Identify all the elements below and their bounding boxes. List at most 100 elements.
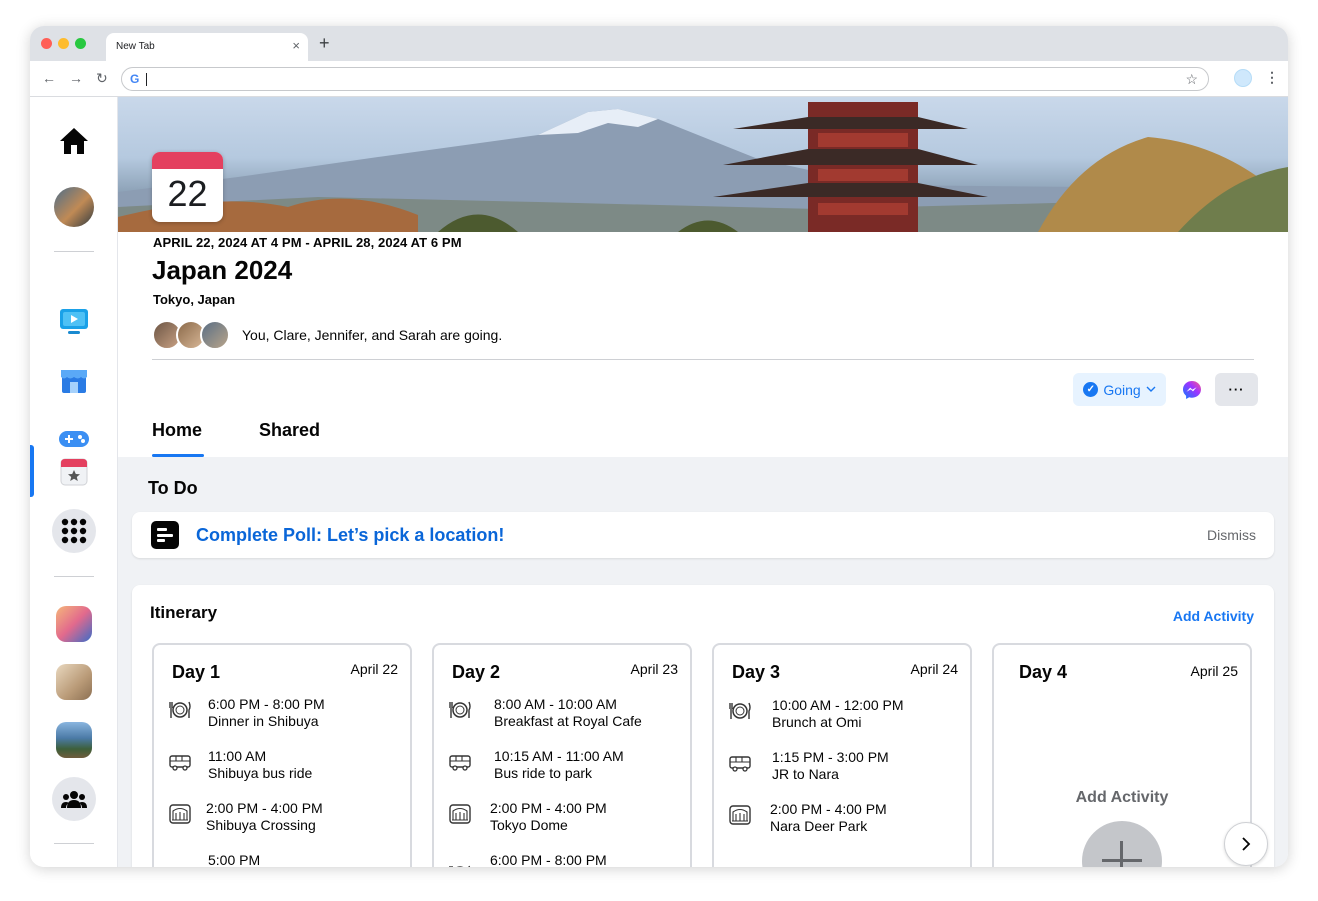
- browser-menu-icon[interactable]: ⋮: [1265, 68, 1279, 86]
- day-title: Day 4: [1019, 662, 1068, 682]
- tab-shared[interactable]: Shared: [259, 420, 320, 441]
- nav-divider: [54, 251, 94, 252]
- header-divider: [152, 359, 1254, 360]
- activity-time: 6:00 PM - 8:00 PM: [490, 852, 607, 867]
- events-calendar-icon[interactable]: [52, 449, 96, 493]
- event-location: Tokyo, Japan: [153, 292, 236, 307]
- maximize-window-button[interactable]: [75, 38, 86, 49]
- dining-icon: [449, 701, 471, 718]
- bus-icon: [729, 756, 751, 772]
- nav-divider: [54, 843, 94, 844]
- group-thumbnail-2[interactable]: [52, 660, 96, 704]
- next-arrow-button[interactable]: [1224, 822, 1268, 866]
- activity-time: 2:00 PM - 4:00 PM: [490, 800, 607, 816]
- new-tab-button[interactable]: +: [319, 32, 330, 54]
- itinerary-title: Itinerary: [150, 603, 218, 622]
- minimize-window-button[interactable]: [58, 38, 69, 49]
- bus-icon: [449, 755, 471, 771]
- close-window-button[interactable]: [41, 38, 52, 49]
- itinerary-card: Itinerary Add Activity Day 1 April 22 6:…: [132, 585, 1274, 867]
- attendee-avatars[interactable]: [152, 320, 234, 350]
- activity-time: 8:00 AM - 10:00 AM: [494, 696, 617, 712]
- active-nav-indicator: [30, 445, 34, 497]
- event-date-range: APRIL 22, 2024 AT 4 PM - APRIL 28, 2024 …: [153, 235, 462, 250]
- day-title: Day 2: [452, 662, 501, 682]
- bus-icon: [168, 862, 192, 867]
- avatar: [200, 320, 230, 350]
- forward-arrow-icon[interactable]: →: [69, 69, 83, 87]
- activity-name: Dinner in Shibuya: [208, 713, 319, 729]
- group-thumbnail-3[interactable]: [52, 718, 96, 762]
- messenger-button[interactable]: [1172, 373, 1212, 406]
- dining-icon: [169, 701, 191, 718]
- google-icon: G: [130, 72, 140, 86]
- activity-time: 5:00 PM: [208, 852, 261, 867]
- add-activity-link[interactable]: Add Activity: [1173, 608, 1254, 624]
- watch-icon[interactable]: [52, 299, 96, 343]
- browser-tab[interactable]: New Tab ×: [106, 33, 308, 61]
- activity-time: 2:00 PM - 4:00 PM: [770, 801, 887, 817]
- activity-name: Shibuya bus ride: [208, 765, 313, 781]
- dismiss-button[interactable]: Dismiss: [1207, 527, 1256, 543]
- going-label: Going: [1103, 381, 1141, 398]
- todo-card: Complete Poll: Let’s pick a location! Di…: [132, 512, 1274, 558]
- event-page: 22 APRIL 22, 2024 AT 4 PM - APRIL 28, 20…: [118, 97, 1288, 867]
- chevron-down-icon: [1146, 386, 1156, 392]
- home-icon[interactable]: [52, 119, 96, 163]
- group-thumbnail-1[interactable]: [52, 602, 96, 646]
- activity-name: JR to Nara: [772, 766, 839, 782]
- nav-divider: [54, 576, 94, 577]
- day-card-3[interactable]: Day 3 April 24 10:00 AM - 12:00 PM Brunc…: [712, 643, 972, 867]
- address-bar[interactable]: G ☆: [121, 67, 1209, 91]
- cover-photo: [118, 97, 1288, 232]
- day-card-4[interactable]: Day 4 April 25 Add Activity: [992, 643, 1252, 867]
- activity-name: Brunch at Omi: [772, 714, 862, 730]
- activity-name: Nara Deer Park: [770, 818, 868, 834]
- activity-time: 10:00 AM - 12:00 PM: [772, 697, 904, 713]
- tab-home[interactable]: Home: [152, 420, 202, 441]
- activity-name: Bus ride to park: [494, 765, 593, 781]
- tab-title: New Tab: [116, 41, 155, 52]
- left-navigation: [30, 97, 118, 867]
- add-activity-button[interactable]: [1082, 821, 1162, 867]
- day-card-1[interactable]: Day 1 April 22 6:00 PM - 8:00 PM Dinner …: [152, 643, 412, 867]
- event-title: Japan 2024: [152, 255, 293, 285]
- activity-time: 11:00 AM: [208, 748, 267, 764]
- activity-time: 10:15 AM - 11:00 AM: [494, 748, 624, 764]
- profile-avatar[interactable]: [1234, 69, 1252, 87]
- chevron-right-icon: [1242, 837, 1251, 851]
- all-apps-grid-icon[interactable]: [52, 509, 96, 553]
- activity-name: Tokyo Dome: [490, 817, 568, 833]
- day-card-2[interactable]: Day 2 April 23 8:00 AM - 10:00 AM Breakf…: [432, 643, 692, 867]
- back-arrow-icon[interactable]: ←: [42, 69, 56, 87]
- messenger-icon: [1183, 380, 1201, 399]
- profile-avatar-nav[interactable]: [52, 185, 96, 229]
- browser-toolbar: ← → ↻ G ☆ ⋮: [30, 61, 1288, 97]
- day-date: April 22: [350, 661, 398, 677]
- attendees-summary[interactable]: You, Clare, Jennifer, and Sarah are goin…: [242, 327, 502, 343]
- check-icon: ✓: [1083, 382, 1099, 397]
- more-options-button[interactable]: ···: [1215, 373, 1258, 406]
- day-title: Day 1: [172, 662, 221, 682]
- calendar-day-number: 22: [167, 173, 208, 214]
- poll-icon: [151, 521, 179, 549]
- dining-icon: [729, 702, 751, 719]
- reload-icon[interactable]: ↻: [96, 69, 108, 87]
- event-header: 22 APRIL 22, 2024 AT 4 PM - APRIL 28, 20…: [118, 97, 1288, 457]
- bookmark-star-icon[interactable]: ☆: [1185, 71, 1198, 87]
- marketplace-icon[interactable]: [52, 358, 96, 402]
- groups-people-icon[interactable]: [52, 777, 96, 821]
- landmark-icon: [449, 804, 471, 824]
- text-caret: [146, 73, 147, 86]
- day-date: April 25: [1190, 663, 1238, 679]
- tab-close-icon[interactable]: ×: [292, 38, 300, 54]
- add-activity-label[interactable]: Add Activity: [994, 789, 1250, 807]
- activity-time: 1:15 PM - 3:00 PM: [772, 749, 889, 765]
- tab-strip: New Tab × +: [30, 26, 1288, 61]
- active-tab-indicator: [152, 454, 204, 457]
- landmark-icon: [729, 805, 751, 825]
- complete-poll-link[interactable]: Complete Poll: Let’s pick a location!: [196, 525, 504, 546]
- day-date: April 23: [630, 661, 678, 677]
- activity-name: Breakfast at Royal Cafe: [494, 713, 642, 729]
- going-button[interactable]: ✓ Going: [1073, 373, 1166, 406]
